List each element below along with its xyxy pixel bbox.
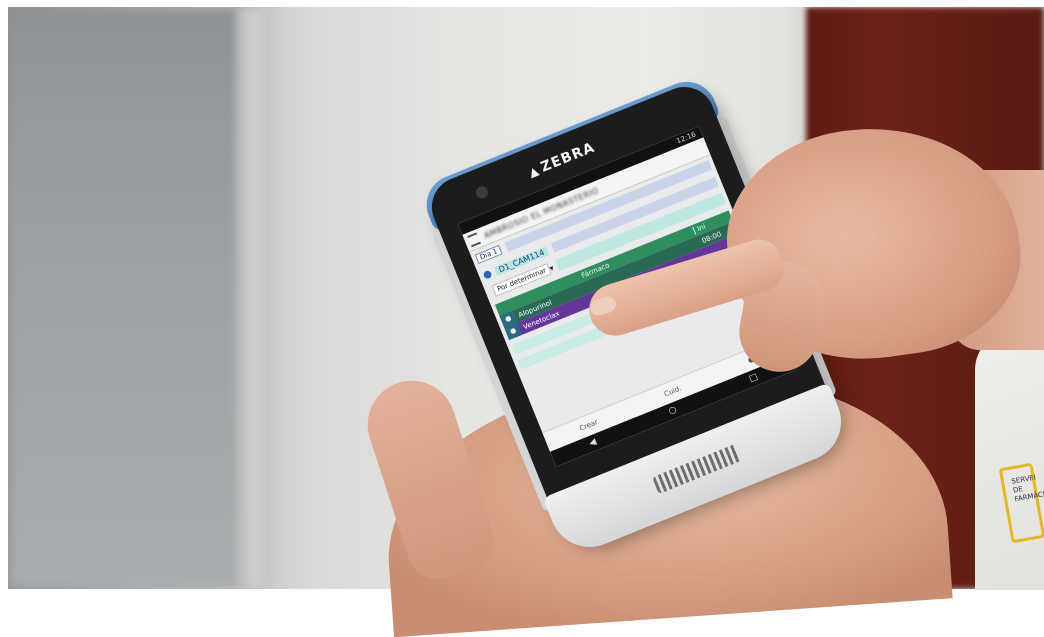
coat-badge-text: SERVEI DE FARMÀCIA [1010,473,1044,504]
toolbar-label-cuid[interactable]: Cuid. [663,384,683,398]
recents-icon[interactable]: □ [748,372,760,384]
toolbar-label-crear[interactable]: Crear [578,418,599,433]
menu-icon[interactable] [467,232,481,248]
home-icon[interactable]: ○ [667,405,678,417]
blurred-hallway-left [8,7,258,589]
door-frame [236,7,272,589]
white-coat [975,330,1044,590]
back-icon[interactable]: ◀ [588,437,598,449]
location-pin-icon: ● [481,267,494,282]
